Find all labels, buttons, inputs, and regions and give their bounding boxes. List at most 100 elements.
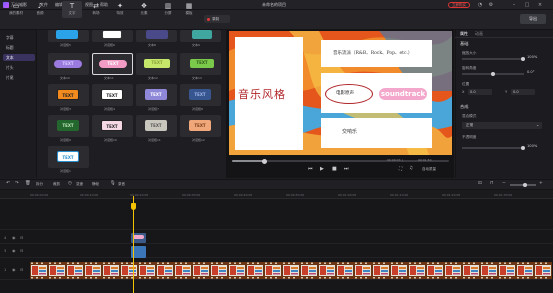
blend-mode-dropdown[interactable] <box>462 122 542 129</box>
asset-tile[interactable]: TEXT <box>48 115 89 137</box>
playhead-line[interactable] <box>133 196 134 293</box>
track-3[interactable] <box>0 244 553 258</box>
maximize-icon[interactable]: □ <box>523 1 531 9</box>
playhead-handle[interactable] <box>131 203 136 210</box>
section-blend: 合成 <box>460 104 469 109</box>
asset-tile[interactable] <box>92 30 133 42</box>
asset-label: 对话框1 <box>60 169 71 173</box>
asset-label: 文本9 <box>192 43 200 47</box>
asset-tile[interactable]: TEXT <box>92 84 133 106</box>
category-text[interactable]: 文本 <box>3 54 35 61</box>
tool-transition[interactable]: ⇄ 转场 <box>86 1 106 18</box>
lock-icon[interactable]: ⊟ <box>20 267 23 272</box>
opacity-slider-handle[interactable] <box>521 145 525 150</box>
snap-icon[interactable]: ⊡ <box>478 181 482 186</box>
zoom-slider-handle[interactable] <box>523 182 527 187</box>
speed-icon[interactable]: ◷ <box>68 181 72 186</box>
volume-icon[interactable]: ♫ <box>409 166 413 171</box>
prev-frame-icon[interactable]: ⏮ <box>308 166 313 172</box>
asset-tile[interactable]: TEXT <box>48 53 89 75</box>
export-button[interactable]: 导出 <box>520 14 546 24</box>
asset-tile[interactable]: TEXT <box>180 84 221 106</box>
split-button[interactable]: 拆分 <box>36 182 43 187</box>
speed-button[interactable]: 变速 <box>76 182 83 187</box>
redo-icon[interactable]: ↷ <box>15 181 19 186</box>
scale-slider[interactable] <box>462 58 524 60</box>
preview-title-text[interactable]: 音乐风格 <box>238 86 286 102</box>
eye-icon[interactable]: ◉ <box>12 267 16 272</box>
asset-tile[interactable]: TEXT <box>136 53 177 75</box>
tool-label: 特效 <box>116 11 124 15</box>
scale-slider-handle[interactable] <box>521 56 525 61</box>
asset-tile[interactable]: TEXT <box>180 53 221 75</box>
genres-text[interactable]: 音乐流派（R&B、Rock、Pop、etc.） <box>333 50 412 56</box>
scale-value[interactable]: 100% <box>527 55 537 59</box>
category-titles[interactable]: 标题 <box>3 44 35 51</box>
asset-tile[interactable]: TEXT <box>136 115 177 137</box>
magnet-icon[interactable]: ⊓ <box>490 181 494 186</box>
undo-icon[interactable]: ↶ <box>6 181 10 186</box>
purchase-button[interactable]: 立即购买 <box>448 1 470 8</box>
asset-tile[interactable] <box>136 30 177 42</box>
record-audio-button[interactable]: 录音 <box>118 182 125 187</box>
next-frame-icon[interactable]: ⏭ <box>344 166 349 172</box>
tool-my-media[interactable]: ▭ 我的素材 <box>6 1 26 18</box>
asset-tile[interactable]: TEXT <box>136 84 177 106</box>
notification-icon[interactable]: ◔ <box>476 1 484 9</box>
category-ending[interactable]: 片尾 <box>3 74 35 81</box>
asset-tile[interactable]: TEXT <box>48 146 89 168</box>
quality-dropdown[interactable]: 自动质量 <box>422 167 436 172</box>
ruler-tick: 00:01:20:00 <box>442 193 461 197</box>
opacity-value[interactable]: 100% <box>527 144 537 148</box>
stop-icon[interactable]: ■ <box>332 166 337 172</box>
zoom-in-icon[interactable]: + <box>539 181 543 186</box>
video-clip[interactable] <box>30 262 552 279</box>
tool-text[interactable]: T 文字 <box>62 1 82 18</box>
tool-template[interactable]: ▦ 模板 <box>179 1 199 18</box>
track-4[interactable] <box>0 230 553 244</box>
opacity-slider[interactable] <box>462 147 524 149</box>
tool-label: 文字 <box>68 11 76 15</box>
close-icon[interactable]: × <box>536 1 544 9</box>
category-subtitles[interactable]: 字幕 <box>3 34 35 41</box>
timeline-empty-area[interactable] <box>0 200 553 230</box>
bottom-text[interactable]: 交响乐 <box>342 128 357 135</box>
eye-icon[interactable]: ◉ <box>12 235 16 240</box>
zoom-out-icon[interactable]: − <box>502 181 506 186</box>
delete-icon[interactable]: 🗑 <box>25 181 31 186</box>
fullscreen-icon[interactable]: ⛶ <box>399 166 402 172</box>
rotation-value[interactable]: 0.0° <box>527 70 535 74</box>
crop-button[interactable]: 裁剪 <box>53 182 60 187</box>
tool-effects[interactable]: ✦ 特效 <box>110 1 130 18</box>
asset-tile[interactable]: TEXT <box>92 115 133 137</box>
pos-x-value: 0.0 <box>470 90 476 94</box>
asset-tile[interactable]: TEXT <box>48 84 89 106</box>
tool-audio[interactable]: ♪ 音频 <box>30 1 50 18</box>
tool-split-screen[interactable]: ▥ 分屏 <box>158 1 178 18</box>
tool-elements[interactable]: ❖ 元素 <box>134 1 154 18</box>
soundtrack-text[interactable]: soundtrack <box>379 88 427 100</box>
asset-label: 文本12 <box>148 76 158 80</box>
lock-icon[interactable]: ⊟ <box>20 235 23 240</box>
asset-tile[interactable]: TEXT <box>180 115 221 137</box>
minimize-icon[interactable]: – <box>510 1 518 9</box>
folder-icon: ▭ <box>12 2 20 10</box>
asset-tile[interactable] <box>180 30 221 42</box>
play-icon[interactable]: ▶ <box>320 166 324 172</box>
rotation-slider-handle[interactable] <box>491 71 495 76</box>
asset-label: 文本13 <box>192 76 202 80</box>
asset-tile[interactable] <box>48 30 89 42</box>
ruler-tick: 00:00:10:00 <box>80 193 99 197</box>
category-opener[interactable]: 片头 <box>3 64 35 71</box>
microphone-icon[interactable]: 🎙 <box>110 181 116 186</box>
lock-icon[interactable]: ⊟ <box>20 248 23 253</box>
circle-text[interactable]: 电影原声 <box>336 90 354 96</box>
eye-icon[interactable]: ◉ <box>12 248 16 253</box>
asset-tile-selected[interactable]: TEXT <box>92 53 133 75</box>
asset-label: 对话框3 <box>60 107 71 111</box>
scrubber-handle[interactable] <box>262 158 267 164</box>
settings-icon[interactable]: ⚙ <box>487 1 495 9</box>
opacity-label: 不透明度 <box>462 135 477 139</box>
freeze-frame-button[interactable]: 静帧 <box>92 182 99 187</box>
project-title: 未命名的项目 <box>262 2 286 7</box>
